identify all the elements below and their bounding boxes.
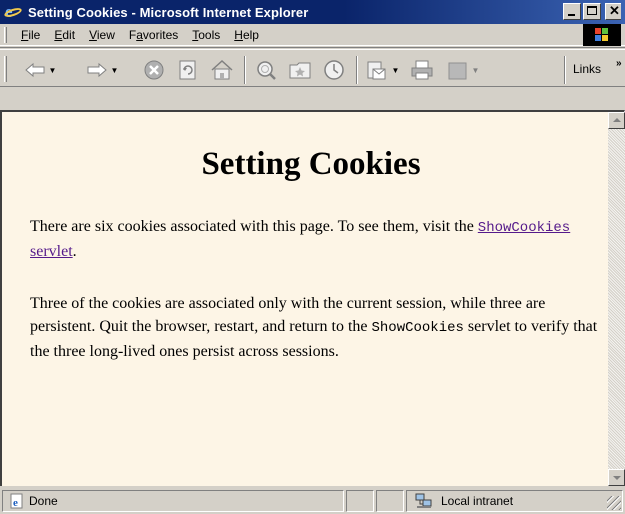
- stop-button[interactable]: [140, 58, 168, 82]
- links-chevron-icon[interactable]: »: [616, 58, 622, 69]
- status-pane: e Done: [2, 490, 344, 512]
- zone-text: Local intranet: [441, 494, 514, 508]
- favorites-button[interactable]: [286, 58, 314, 82]
- toolbar-grip[interactable]: [4, 56, 7, 82]
- showcookies-code: ShowCookies: [371, 320, 464, 336]
- links-bar[interactable]: Links: [573, 62, 601, 76]
- edit-icon: [448, 62, 467, 80]
- menu-favorites[interactable]: Favorites: [122, 27, 185, 43]
- resize-grip[interactable]: [607, 496, 621, 510]
- scroll-down-button[interactable]: [608, 469, 625, 486]
- maximize-button[interactable]: [583, 3, 601, 20]
- toolbar-separator: [356, 56, 358, 84]
- minimize-button[interactable]: [563, 3, 581, 20]
- page-icon: e: [10, 493, 23, 509]
- menu-file[interactable]: File: [14, 27, 47, 43]
- mail-icon: [367, 61, 386, 80]
- arrow-up-icon: [613, 118, 621, 122]
- toolbar-separator: [244, 56, 246, 84]
- menu-grip[interactable]: [4, 27, 7, 43]
- status-bar: e Done Local intranet: [0, 488, 625, 514]
- print-icon: [411, 60, 433, 80]
- forward-dropdown-icon[interactable]: ▼: [111, 66, 119, 75]
- svg-text:e: e: [13, 497, 18, 509]
- ie-logo-icon: e: [3, 3, 23, 21]
- favorites-icon: [289, 62, 311, 79]
- print-button[interactable]: [408, 58, 436, 82]
- menu-help[interactable]: Help: [227, 27, 266, 43]
- page-content: Setting Cookies There are six cookies as…: [14, 112, 608, 486]
- browser-window: e Setting Cookies - Microsoft Internet E…: [0, 0, 625, 514]
- close-icon: ✕: [609, 3, 620, 18]
- history-icon: [324, 60, 344, 80]
- local-intranet-icon: [415, 493, 432, 508]
- menu-tools[interactable]: Tools: [185, 27, 227, 43]
- close-button[interactable]: ✕: [605, 3, 621, 20]
- mail-dropdown-icon[interactable]: ▼: [392, 66, 400, 75]
- mail-button[interactable]: ▼: [362, 58, 402, 82]
- home-button[interactable]: [208, 58, 236, 82]
- zone-pane: Local intranet: [406, 490, 623, 512]
- back-icon: [24, 62, 45, 78]
- scroll-up-button[interactable]: [608, 112, 625, 129]
- maximize-icon: [587, 6, 597, 15]
- title-bar[interactable]: e Setting Cookies - Microsoft Internet E…: [0, 0, 625, 24]
- search-button[interactable]: [252, 58, 280, 82]
- menu-edit[interactable]: Edit: [47, 27, 82, 43]
- windows-logo-icon: [595, 28, 609, 42]
- intro-paragraph: There are six cookies associated with th…: [30, 218, 571, 260]
- forward-button[interactable]: ▼: [78, 58, 126, 82]
- page-heading: Setting Cookies: [201, 146, 421, 182]
- arrow-down-icon: [613, 476, 621, 480]
- stop-icon: [144, 60, 164, 80]
- menu-bar: File Edit View Favorites Tools Help: [0, 24, 625, 46]
- forward-icon: [87, 62, 107, 78]
- refresh-button[interactable]: [174, 58, 202, 82]
- home-icon: [211, 59, 233, 80]
- vertical-scrollbar[interactable]: [608, 112, 625, 486]
- back-button[interactable]: ▼: [16, 58, 64, 82]
- search-icon: [257, 61, 276, 80]
- edit-button[interactable]: ▼: [440, 58, 486, 82]
- history-button[interactable]: [320, 58, 348, 82]
- minimize-icon: [568, 14, 575, 16]
- edit-dropdown-icon[interactable]: ▼: [472, 66, 480, 75]
- refresh-icon: [179, 60, 196, 80]
- standard-toolbar: ▼ ▼ ▼ ▼ Links »: [0, 47, 625, 87]
- status-text: Done: [29, 494, 58, 508]
- status-pane-progress: [346, 490, 374, 512]
- status-pane-secure: [376, 490, 404, 512]
- details-paragraph: Three of the cookies are associated only…: [30, 295, 598, 360]
- windows-logo-throbber: [583, 24, 621, 46]
- menu-view[interactable]: View: [82, 27, 122, 43]
- window-title: Setting Cookies - Microsoft Internet Exp…: [28, 4, 309, 20]
- back-dropdown-icon[interactable]: ▼: [49, 66, 57, 75]
- toolbar-separator: [564, 56, 566, 84]
